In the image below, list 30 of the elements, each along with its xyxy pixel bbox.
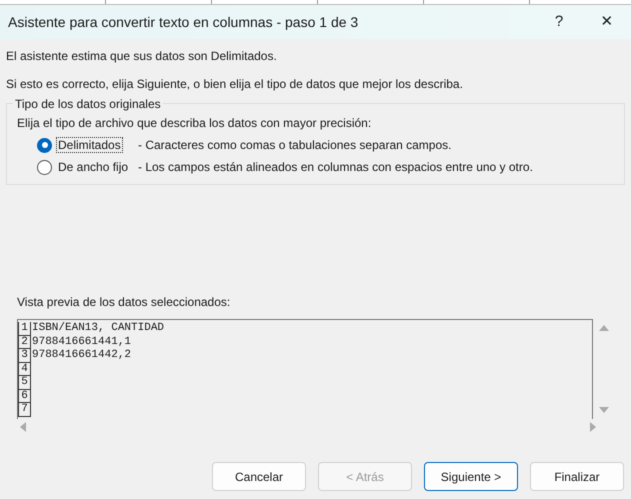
radio-button[interactable] [37, 138, 52, 152]
radio-label[interactable]: Delimitados [56, 137, 123, 153]
dialog-button[interactable]: Finalizar [530, 462, 624, 491]
row-number: 6 [18, 390, 31, 403]
scroll-left-icon[interactable] [20, 422, 26, 432]
dialog-button[interactable]: Cancelar [212, 462, 306, 491]
row-number: 5 [18, 376, 31, 390]
radio-button[interactable] [37, 160, 52, 174]
preview-text: 9788416661442,2 [31, 349, 132, 362]
group-prompt: Elija el tipo de archivo que describa los datos con mayor precisión: [17, 115, 372, 132]
intro-text: Si esto es correcto, elija Siguiente, o bien elija el tipo de datos que mejor los describa. [6, 76, 464, 93]
scroll-right-icon[interactable] [590, 422, 596, 432]
preview-label: Vista previa de los datos seleccionados: [17, 294, 232, 311]
window-title: Asistente para convertir texto en columnas - paso 1 de 3 [8, 12, 360, 32]
row-number: 2 [18, 336, 31, 349]
row-number: 3 [18, 349, 31, 362]
scroll-up-icon[interactable] [599, 325, 609, 331]
row-number: 4 [18, 362, 31, 376]
radio-label[interactable]: De ancho fijo [56, 159, 130, 175]
row-number: 1 [18, 322, 31, 336]
option-description: - Caracteres como comas o tabulaciones separan campos. [138, 137, 452, 154]
preview-text: 9788416661441,1 [31, 336, 132, 349]
preview-text: ISBN/EAN13, CANTIDAD [31, 322, 164, 336]
scroll-down-icon[interactable] [599, 407, 609, 413]
intro-text: El asistente estima que sus datos son Delimitados. [6, 48, 278, 65]
close-button[interactable]: ✕ [583, 5, 631, 39]
dialog-button[interactable]: Siguiente > [424, 462, 518, 491]
help-button[interactable]: ? [535, 5, 583, 39]
option-description: - Los campos están alineados en columnas con espacios entre uno y otro. [138, 159, 533, 176]
row-number: 7 [18, 403, 31, 416]
